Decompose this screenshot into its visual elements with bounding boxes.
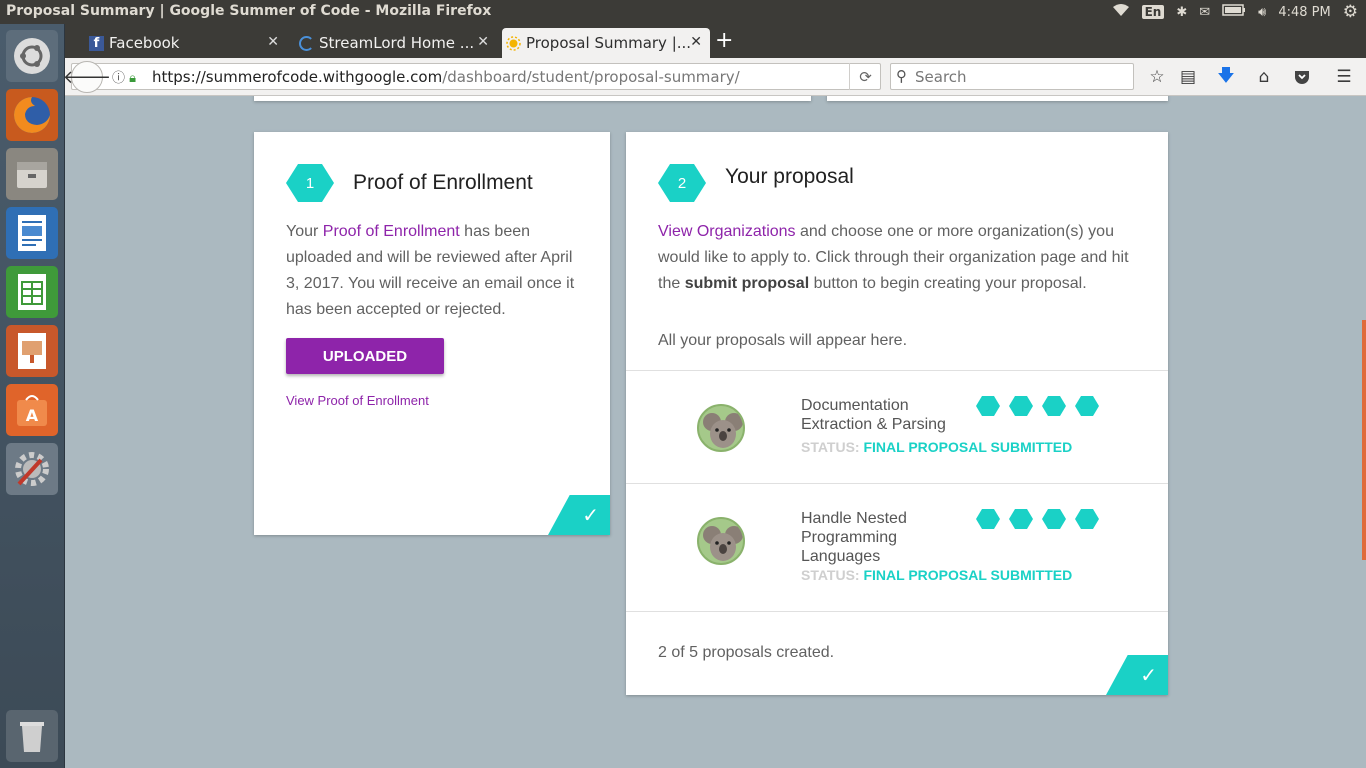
card-title: Proof of Enrollment [353,171,533,194]
downloads-icon[interactable]: 🡇 [1215,66,1237,88]
proposals-appear-text: All your proposals will appear here. [658,332,908,349]
search-input[interactable]: ⚲ Search [890,63,1134,90]
proposals-count: 2 of 5 proposals created. [658,644,835,661]
menu-icon[interactable]: ☰ [1333,66,1355,88]
tab-streamlord[interactable]: StreamLord Home ... ✕ [295,28,497,58]
settings-gear-icon[interactable]: ⚙ [1343,2,1358,22]
step-number-badge: 2 [658,164,706,202]
divider [626,611,1168,612]
page-scrollbar[interactable] [1362,320,1366,560]
libreoffice-impress-icon[interactable] [6,325,58,377]
keyboard-layout-indicator[interactable]: En [1141,5,1165,19]
proposal-title[interactable]: Handle Nested Programming Languages [801,509,941,566]
koala-avatar-icon [697,517,745,565]
site-info-icon[interactable]: ⓘ 🔒︎ [112,67,136,86]
enrollment-description: Your Proof of Enrollment has been upload… [286,223,575,318]
clock[interactable]: 4:48 PM [1278,5,1330,20]
loading-icon [299,36,314,51]
files-icon[interactable] [6,148,58,200]
window-title: Proposal Summary | Google Summer of Code… [6,3,492,19]
proposal-instructions: View Organizations and choose one or mor… [658,223,1129,292]
new-tab-button[interactable]: + [715,28,733,54]
software-center-icon[interactable]: A [6,384,58,436]
uploaded-button[interactable]: UPLOADED [286,338,444,374]
mail-icon[interactable]: ✉ [1199,5,1210,20]
proposal-title[interactable]: Documentation Extraction & Parsing [801,396,961,434]
tab-label: Proposal Summary |... [526,34,692,52]
unity-launcher: A [0,24,65,768]
facebook-icon: f [89,36,104,51]
url-bar[interactable]: 🡐 ⓘ 🔒︎ https://summerofcode.withgoogle.c… [63,61,881,93]
navigation-toolbar: 🡐 ⓘ 🔒︎ https://summerofcode.withgoogle.c… [63,58,1366,96]
search-placeholder: Search [915,68,967,86]
close-tab-icon[interactable]: ✕ [477,34,489,50]
system-settings-icon[interactable] [6,443,58,495]
proof-of-enrollment-link[interactable]: Proof of Enrollment [323,223,460,240]
system-tray: En ✱ ✉ 🔊︎ 4:48 PM ⚙ [1112,0,1358,24]
checkmark-icon: ✓ [1106,655,1168,695]
url-text[interactable]: https://summerofcode.withgoogle.com/dash… [152,68,740,86]
back-button[interactable]: 🡐 [63,61,111,93]
divider [626,370,1168,371]
reload-icon[interactable]: ⟳ [849,63,881,90]
ubuntu-dash-icon[interactable] [6,30,58,82]
page-content: 1 Proof of Enrollment Your Proof of Enro… [65,96,1366,768]
view-proof-of-enrollment-link[interactable]: View Proof of Enrollment [286,393,429,408]
bluetooth-icon[interactable]: ✱ [1176,5,1187,20]
reading-list-icon[interactable]: ▤ [1177,66,1199,88]
proposal-status: STATUS: FINAL PROPOSAL SUBMITTED [801,439,1073,455]
proposal-status: STATUS: FINAL PROPOSAL SUBMITTED [801,567,1073,583]
home-icon[interactable]: ⌂ [1253,66,1275,88]
close-tab-icon[interactable]: ✕ [690,34,702,50]
koala-avatar-icon [697,404,745,452]
lock-icon: 🔒︎ [129,71,137,86]
tab-label: StreamLord Home ... [319,34,475,52]
view-organizations-link[interactable]: View Organizations [658,223,796,240]
browser-tab-bar: f Facebook ✕ StreamLord Home ... ✕ Propo… [65,24,1366,58]
wifi-icon[interactable] [1112,3,1130,21]
proof-of-enrollment-card: 1 Proof of Enrollment Your Proof of Enro… [254,132,610,535]
tab-facebook[interactable]: f Facebook ✕ [85,28,287,58]
divider [626,483,1168,484]
search-icon: ⚲ [896,67,907,85]
trash-icon[interactable] [6,710,58,762]
checkmark-icon: ✓ [548,495,610,535]
gsoc-sun-icon [506,36,521,51]
previous-card-bottom [254,96,811,101]
your-proposal-card: 2 Your proposal View Organizations and c… [626,132,1168,695]
close-tab-icon[interactable]: ✕ [267,34,279,50]
tab-proposal-summary[interactable]: Proposal Summary |... ✕ [502,28,710,58]
step-number-badge: 1 [286,164,334,202]
battery-icon[interactable] [1222,4,1246,20]
pocket-icon[interactable] [1291,66,1313,88]
bookmark-star-icon[interactable]: ☆ [1146,66,1168,88]
svg-text:A: A [26,406,39,425]
previous-card-bottom [827,96,1168,101]
card-title: Your proposal [725,165,854,188]
firefox-icon[interactable] [6,89,58,141]
libreoffice-calc-icon[interactable] [6,266,58,318]
system-top-bar: Proposal Summary | Google Summer of Code… [0,0,1366,24]
tab-label: Facebook [109,34,180,52]
proposal-progress-indicator [976,396,1099,416]
proposal-progress-indicator [976,509,1099,529]
libreoffice-writer-icon[interactable] [6,207,58,259]
volume-icon[interactable]: 🔊︎ [1258,5,1266,20]
